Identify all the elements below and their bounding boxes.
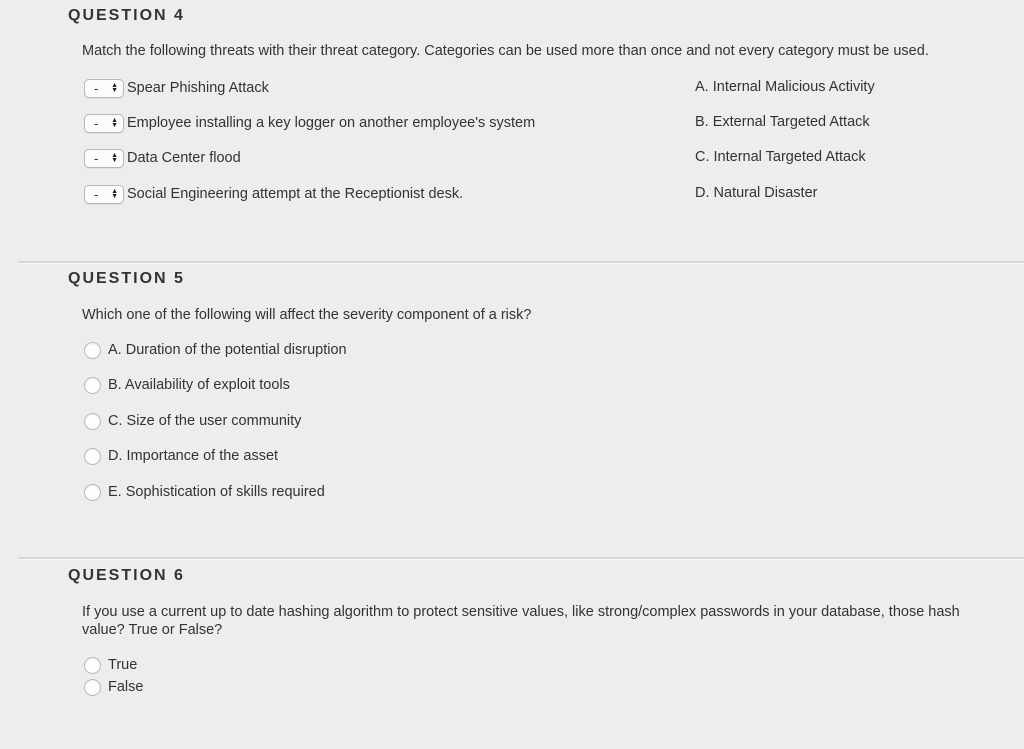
threat-label: Data Center flood xyxy=(127,150,241,166)
option-label: D. Importance of the asset xyxy=(108,448,279,464)
select-arrows-icon: ▲ ▼ xyxy=(111,188,118,200)
option-label: True xyxy=(108,657,138,673)
option-label: E. Sophistication of skills required xyxy=(108,484,325,500)
section-divider xyxy=(18,261,1024,264)
category-select[interactable]: - ▲ ▼ xyxy=(84,113,124,133)
match-row: - ▲ ▼ Social Engineering attempt at the R… xyxy=(84,183,463,205)
category-select[interactable]: - ▲ ▼ xyxy=(84,184,124,204)
question-5-title: QUESTION 5 xyxy=(68,270,185,287)
threat-label: Employee installing a key logger on anot… xyxy=(127,115,536,131)
threat-label: Spear Phishing Attack xyxy=(127,80,269,96)
radio-button[interactable] xyxy=(84,412,101,430)
answer-option[interactable]: B. Availability of exploit tools xyxy=(84,375,290,395)
answer-option[interactable]: E. Sophistication of skills required xyxy=(84,482,325,502)
radio-button[interactable] xyxy=(84,447,101,465)
select-value: - xyxy=(94,186,99,202)
category-item: A. Internal Malicious Activity xyxy=(695,79,875,95)
category-item: C. Internal Targeted Attack xyxy=(695,149,866,165)
threat-label: Social Engineering attempt at the Recept… xyxy=(127,186,464,202)
option-label: C. Size of the user community xyxy=(108,413,302,429)
match-row: - ▲ ▼ Data Center flood xyxy=(84,147,241,169)
question-6-prompt-line2: value? True or False? xyxy=(82,622,223,638)
option-label: False xyxy=(108,679,144,695)
question-6-prompt-line1: If you use a current up to date hashing … xyxy=(82,604,960,620)
option-label: B. Availability of exploit tools xyxy=(108,377,290,393)
answer-option[interactable]: D. Importance of the asset xyxy=(84,446,278,466)
select-arrows-icon: ▲ ▼ xyxy=(111,117,118,129)
select-arrows-icon: ▲ ▼ xyxy=(111,82,118,94)
match-row: - ▲ ▼ Spear Phishing Attack xyxy=(84,77,269,99)
answer-option[interactable]: A. Duration of the potential disruption xyxy=(84,340,347,360)
section-divider xyxy=(18,557,1024,560)
radio-button[interactable] xyxy=(84,341,101,359)
select-value: - xyxy=(94,115,99,131)
question-5-prompt: Which one of the following will affect t… xyxy=(82,307,532,323)
category-item: B. External Targeted Attack xyxy=(695,114,870,130)
question-6-title: QUESTION 6 xyxy=(68,567,185,584)
question-4-prompt: Match the following threats with their t… xyxy=(82,43,929,59)
category-item: D. Natural Disaster xyxy=(695,185,818,201)
option-label: A. Duration of the potential disruption xyxy=(108,342,347,358)
answer-option[interactable]: False xyxy=(84,677,143,697)
select-arrows-icon: ▲ ▼ xyxy=(111,152,118,164)
radio-button[interactable] xyxy=(84,483,101,501)
radio-button[interactable] xyxy=(84,376,101,394)
answer-option[interactable]: True xyxy=(84,655,137,675)
radio-button[interactable] xyxy=(84,656,101,674)
radio-button[interactable] xyxy=(84,678,101,696)
category-select[interactable]: - ▲ ▼ xyxy=(84,148,124,168)
select-value: - xyxy=(94,80,99,96)
select-value: - xyxy=(94,150,99,166)
match-row: - ▲ ▼ Employee installing a key logger on… xyxy=(84,112,535,134)
answer-option[interactable]: C. Size of the user community xyxy=(84,411,301,431)
category-select[interactable]: - ▲ ▼ xyxy=(84,78,124,98)
question-4-title: QUESTION 4 xyxy=(68,7,185,24)
